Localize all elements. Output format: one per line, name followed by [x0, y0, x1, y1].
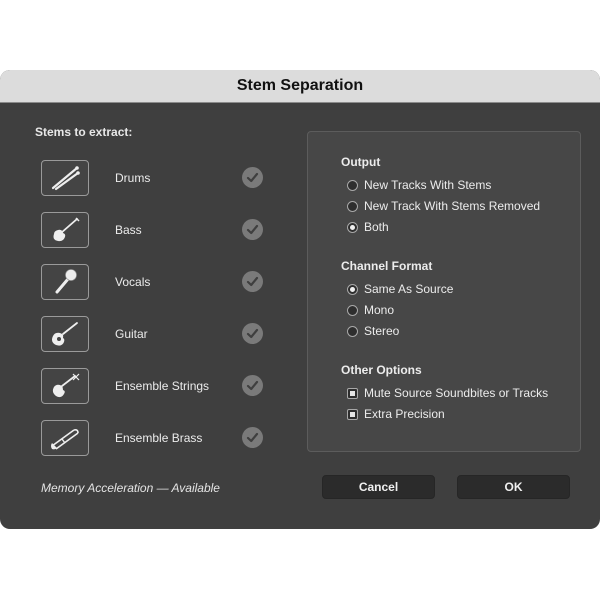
checkmark-icon[interactable]: [242, 375, 263, 396]
ok-button[interactable]: OK: [457, 475, 570, 499]
other-options-title: Other Options: [341, 363, 422, 377]
drumsticks-icon[interactable]: [41, 160, 89, 196]
cancel-button[interactable]: Cancel: [322, 475, 435, 499]
radio-button[interactable]: [347, 325, 358, 337]
option-label: New Tracks With Stems: [364, 178, 492, 192]
channel-option-stereo[interactable]: Stereo: [347, 323, 399, 339]
channel-option-mono[interactable]: Mono: [347, 302, 394, 318]
bass-guitar-icon[interactable]: [41, 212, 89, 248]
stem-row-ensemble-brass[interactable]: Ensemble Brass: [41, 420, 271, 458]
stem-label: Ensemble Brass: [115, 431, 203, 445]
checkmark-icon[interactable]: [242, 167, 263, 188]
option-label: Same As Source: [364, 282, 454, 296]
channel-format-title: Channel Format: [341, 259, 433, 273]
title-bar: Stem Separation: [0, 70, 600, 103]
stem-row-bass[interactable]: Bass: [41, 212, 271, 250]
option-label: Mute Source Soundbites or Tracks: [364, 386, 549, 400]
stem-row-drums[interactable]: Drums: [41, 160, 271, 198]
stem-separation-dialog: Stem Separation Stems to extract: Drums …: [0, 70, 600, 529]
options-panel: Output New Tracks With Stems New Track W…: [307, 131, 581, 452]
checkmark-icon[interactable]: [242, 271, 263, 292]
checkmark-icon[interactable]: [242, 427, 263, 448]
stem-label: Bass: [115, 223, 142, 237]
checkmark-icon[interactable]: [242, 323, 263, 344]
violin-icon[interactable]: [41, 368, 89, 404]
extra-precision-option[interactable]: Extra Precision: [347, 406, 445, 422]
trombone-icon[interactable]: [41, 420, 89, 456]
stem-label: Vocals: [115, 275, 151, 289]
checkbox[interactable]: [347, 387, 358, 399]
stems-heading: Stems to extract:: [35, 125, 133, 139]
stem-label: Drums: [115, 171, 151, 185]
option-label: Mono: [364, 303, 395, 317]
option-label: Both: [364, 220, 389, 234]
radio-button[interactable]: [347, 304, 358, 316]
output-option-stems-removed[interactable]: New Track With Stems Removed: [347, 198, 540, 214]
radio-button-selected[interactable]: [347, 221, 358, 233]
stem-label: Guitar: [115, 327, 148, 341]
stem-label: Ensemble Strings: [115, 379, 210, 393]
dialog-title: Stem Separation: [236, 77, 364, 94]
option-label: New Track With Stems Removed: [364, 199, 541, 213]
channel-option-same-as-source[interactable]: Same As Source: [347, 281, 453, 297]
memory-acceleration-status: Memory Acceleration — Available: [41, 481, 220, 495]
option-label: Stereo: [364, 324, 400, 338]
stem-row-ensemble-strings[interactable]: Ensemble Strings: [41, 368, 271, 406]
radio-button[interactable]: [347, 179, 358, 191]
radio-button[interactable]: [347, 200, 358, 212]
radio-button-selected[interactable]: [347, 283, 358, 295]
stem-row-guitar[interactable]: Guitar: [41, 316, 271, 354]
output-option-new-tracks[interactable]: New Tracks With Stems: [347, 177, 491, 193]
option-label: Extra Precision: [364, 407, 445, 421]
output-option-both[interactable]: Both: [347, 219, 389, 235]
checkbox[interactable]: [347, 408, 358, 420]
output-title: Output: [341, 155, 381, 169]
microphone-icon[interactable]: [41, 264, 89, 300]
checkmark-icon[interactable]: [242, 219, 263, 240]
stem-row-vocals[interactable]: Vocals: [41, 264, 271, 302]
acoustic-guitar-icon[interactable]: [41, 316, 89, 352]
mute-source-option[interactable]: Mute Source Soundbites or Tracks: [347, 385, 548, 401]
